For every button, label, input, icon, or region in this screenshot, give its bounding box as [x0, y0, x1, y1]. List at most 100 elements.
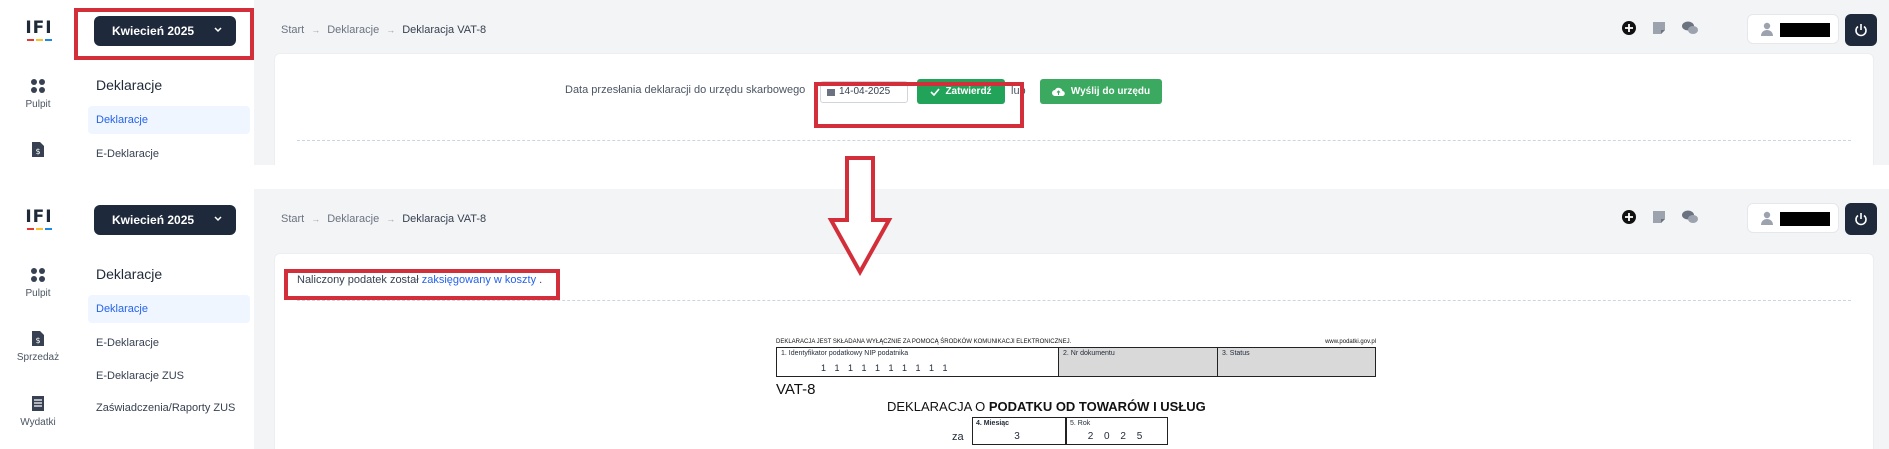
cloud-upload-icon: [1051, 87, 1065, 96]
breadcrumb-separator: →: [311, 25, 321, 35]
section-subnav: Kwiecień 2025 Deklaracje Deklaracje E-De…: [76, 189, 254, 449]
rail-label-pulpit: Pulpit: [25, 288, 51, 299]
subnav-title: Deklaracje: [96, 77, 163, 93]
doc-number-label: 2. Nr dokumentu: [1063, 350, 1115, 357]
subnav-item-deklaracje[interactable]: Deklaracje: [88, 106, 250, 134]
highlight-notice: [284, 269, 560, 300]
sales-doc-icon: $: [32, 142, 44, 157]
form-month-label: 4. Miesiąc: [976, 420, 1010, 427]
subnav-item-zaswiadczenia[interactable]: Zaświadczenia/Raporty ZUS: [88, 399, 250, 433]
icon-rail: IFI Pulpit $: [0, 0, 76, 165]
subnav-item-e-deklaracje[interactable]: E-Deklaracje: [88, 329, 250, 357]
breadcrumb-current: Deklaracja VAT-8: [402, 24, 487, 36]
add-circle-icon[interactable]: [1621, 209, 1637, 225]
user-icon: [1761, 211, 1773, 225]
nip-cell: 1. Identyfikator podatkowy NIP podatnika…: [777, 348, 1059, 376]
month-cell: 4. Miesiąc 3: [972, 417, 1066, 445]
form-header-left: DEKLARACJA JEST SKŁADANA WYŁĄCZNIE ZA PO…: [776, 339, 1072, 345]
add-circle-icon[interactable]: [1621, 20, 1637, 36]
app-logo[interactable]: IFI: [22, 18, 56, 48]
section-divider: [297, 140, 1851, 141]
subnav-title: Deklaracje: [96, 266, 163, 282]
form-year-value: 2 0 2 5: [1087, 431, 1147, 442]
send-to-office-button[interactable]: Wyślij do urzędu: [1040, 79, 1162, 104]
breadcrumb-start[interactable]: Start: [281, 24, 304, 36]
icon-rail: IFI Pulpit $ Sprzedaż Wydatki: [0, 189, 76, 449]
rail-item-pulpit[interactable]: Pulpit: [0, 267, 76, 299]
year-cell: 5. Rok 2 0 2 5: [1066, 417, 1168, 445]
breadcrumb-current: Deklaracja VAT-8: [402, 213, 487, 225]
form-code: VAT-8: [776, 381, 816, 398]
month-selector-button[interactable]: Kwiecień 2025: [94, 205, 236, 235]
form-id-row: 1. Identyfikator podatkowy NIP podatnika…: [776, 347, 1376, 377]
rail-item-pulpit[interactable]: Pulpit: [0, 78, 76, 110]
toolbar-icons: [1621, 20, 1699, 36]
subnav-item-e-deklaracje-zus[interactable]: E-Deklaracje ZUS: [88, 362, 250, 390]
rail-item-wydatki[interactable]: Wydatki: [0, 395, 76, 428]
breadcrumb: Start → Deklaracje → Deklaracja VAT-8: [281, 24, 486, 36]
breadcrumb-start[interactable]: Start: [281, 213, 304, 225]
status-cell: 3. Status: [1218, 348, 1375, 376]
declaration-content: Data przesłania deklaracji do urzędu ska…: [274, 53, 1874, 165]
rail-label-pulpit: Pulpit: [25, 99, 51, 110]
highlight-date-confirm: [814, 82, 1024, 128]
breadcrumb-separator: →: [386, 214, 396, 224]
send-to-office-label: Wyślij do urzędu: [1070, 86, 1151, 97]
doc-number-cell: 2. Nr dokumentu: [1059, 348, 1218, 376]
dashboard-icon: [31, 79, 45, 93]
top-bar: Start → Deklaracje → Deklaracja VAT-8: [254, 189, 1889, 249]
notes-icon[interactable]: [1651, 209, 1667, 225]
logout-button[interactable]: [1845, 14, 1877, 46]
bottom-screenshot-panel: IFI Pulpit $ Sprzedaż Wydatki Kwiecień 2…: [0, 189, 1889, 449]
breadcrumb-separator: →: [311, 214, 321, 224]
form-title: DEKLARACJA O PODATKU OD TOWARÓW I USŁUG: [887, 399, 1206, 414]
form-header: DEKLARACJA JEST SKŁADANA WYŁĄCZNIE ZA PO…: [776, 339, 1376, 347]
rail-label-wydatki: Wydatki: [20, 417, 56, 428]
nip-value: 1 1 1 1 1 1 1 1 1 1: [821, 363, 951, 373]
notes-icon[interactable]: [1651, 20, 1667, 36]
logout-button[interactable]: [1845, 203, 1877, 235]
form-month-value: 3: [1014, 431, 1024, 442]
expenses-doc-icon: [32, 396, 44, 411]
subnav-item-deklaracje[interactable]: Deklaracje: [88, 295, 250, 323]
svg-text:$: $: [35, 336, 40, 345]
nip-label: 1. Identyfikator podatkowy NIP podatnika: [781, 350, 909, 357]
breadcrumb-separator: →: [386, 25, 396, 35]
app-logo[interactable]: IFI: [22, 207, 56, 237]
user-menu[interactable]: [1747, 203, 1839, 233]
vat8-form: DEKLARACJA JEST SKŁADANA WYŁĄCZNIE ZA PO…: [776, 339, 1376, 445]
send-date-label: Data przesłania deklaracji do urzędu ska…: [565, 84, 806, 96]
chat-icon[interactable]: [1681, 209, 1699, 225]
rail-label-sprzedaz: Sprzedaż: [16, 352, 60, 363]
redacted-username: [1780, 212, 1830, 226]
power-icon: [1855, 213, 1867, 226]
breadcrumb-deklaracje[interactable]: Deklaracje: [327, 213, 379, 225]
user-menu[interactable]: [1747, 14, 1839, 44]
form-title-bold: PODATKU OD TOWARÓW I USŁUG: [988, 399, 1206, 414]
user-icon: [1761, 22, 1773, 36]
down-arrow-icon: [827, 156, 893, 276]
top-screenshot-panel: IFI Pulpit $ Kwiecień 2025 Deklaracje De…: [0, 0, 1889, 165]
status-label: 3. Status: [1222, 350, 1250, 357]
chat-icon[interactable]: [1681, 20, 1699, 36]
breadcrumb-deklaracje[interactable]: Deklaracje: [327, 24, 379, 36]
section-divider: [297, 300, 1851, 301]
rail-item-sprzedaz[interactable]: $ Sprzedaż: [0, 330, 76, 363]
rail-item-sprzedaz[interactable]: $: [0, 141, 76, 163]
form-year-label: 5. Rok: [1070, 420, 1091, 427]
sales-doc-icon: $: [32, 331, 44, 346]
subnav-item-e-deklaracje[interactable]: E-Deklaracje: [88, 140, 250, 165]
highlight-month-selector: [74, 8, 254, 60]
panel-gap: [0, 165, 1889, 189]
redacted-username: [1780, 23, 1830, 37]
chevron-down-icon: [214, 216, 222, 222]
dashboard-icon: [31, 268, 45, 282]
form-za: za: [952, 431, 964, 443]
top-bar: Start → Deklaracje → Deklaracja VAT-8: [254, 0, 1889, 60]
breadcrumb: Start → Deklaracje → Deklaracja VAT-8: [281, 213, 486, 225]
form-header-right: www.podatki.gov.pl: [1325, 339, 1376, 345]
form-title-prefix: DEKLARACJA O: [887, 399, 986, 414]
month-selector-label: Kwiecień 2025: [112, 213, 195, 227]
power-icon: [1855, 24, 1867, 37]
toolbar-icons: [1621, 209, 1699, 225]
